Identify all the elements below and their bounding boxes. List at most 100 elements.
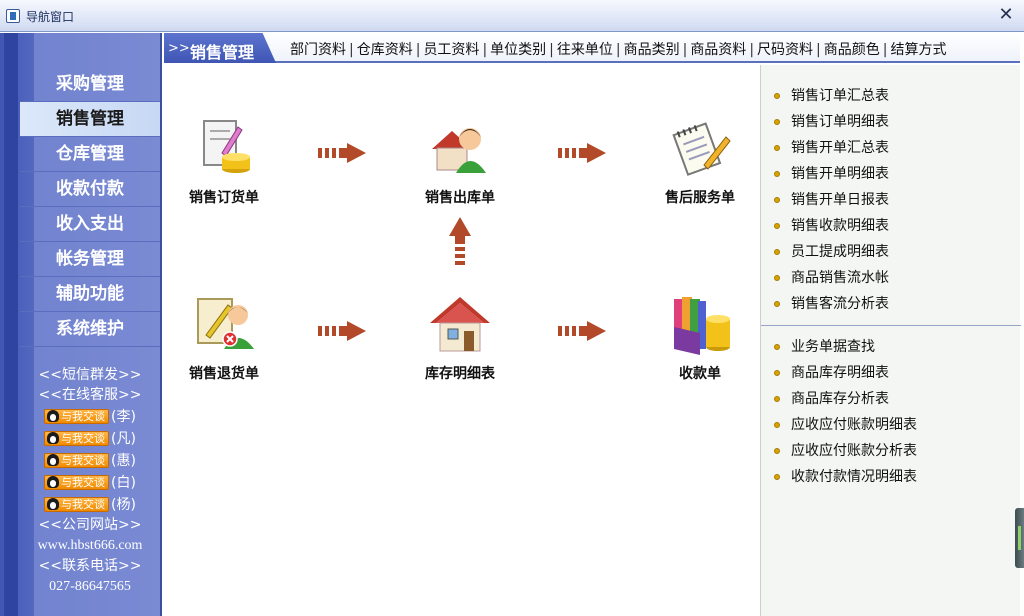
sidebar-item-auxiliary[interactable]: 辅助功能 — [20, 277, 160, 312]
qq-contact: 与我交谈 (凡) — [20, 427, 160, 449]
nav-link-departments[interactable]: 部门资料 — [290, 42, 346, 58]
after-sales-icon — [668, 117, 732, 181]
receipt-label: 收款单 — [679, 366, 721, 382]
separator: | — [482, 42, 488, 58]
sidebar-item-sales[interactable]: 销售管理 — [20, 102, 160, 137]
separator: | — [682, 42, 688, 58]
qq-chat-button[interactable]: 与我交谈 — [44, 496, 110, 512]
top-nav: >> 销售管理 部门资料 | 仓库资料 | 员工资料 | 单位类别 | 往来单位 | 商品类别 | 商品… — [164, 33, 1020, 63]
receipt-node[interactable]: 收款单 — [650, 293, 750, 383]
house-icon — [428, 293, 492, 357]
qq-penguin-icon — [47, 432, 60, 444]
report-link[interactable]: 销售客流分析表 — [761, 291, 1021, 317]
separator: | — [882, 42, 888, 58]
qq-chat-button[interactable]: 与我交谈 — [44, 474, 110, 490]
contact-name: (凡) — [111, 431, 136, 447]
report-link[interactable]: 商品库存明细表 — [761, 360, 1021, 386]
qq-chat-button[interactable]: 与我交谈 — [44, 452, 110, 468]
nav-link-settlement[interactable]: 结算方式 — [890, 42, 946, 58]
sales-outbound-label: 销售出库单 — [425, 190, 495, 206]
qq-chat-button[interactable]: 与我交谈 — [44, 408, 110, 424]
bullet-icon — [774, 396, 780, 402]
bullet-icon — [774, 422, 780, 428]
sales-order-label: 销售订货单 — [189, 190, 259, 206]
qq-contact: 与我交谈 (杨) — [20, 493, 160, 515]
separator: | — [349, 42, 354, 58]
contact-name: (李) — [111, 409, 136, 425]
bullet-icon — [774, 344, 780, 350]
sidebar-item-payments[interactable]: 收款付款 — [20, 172, 160, 207]
double-arrow-icon: >> — [168, 41, 190, 56]
sidebar-item-warehouse[interactable]: 仓库管理 — [20, 137, 160, 172]
bullet-icon — [774, 171, 780, 177]
contact-phone-label: <<联系电话>> — [38, 558, 142, 574]
sidebar-item-system[interactable]: 系统维护 — [20, 312, 160, 347]
sales-return-label: 销售退货单 — [189, 366, 259, 382]
qq-chat-button[interactable]: 与我交谈 — [44, 430, 110, 446]
report-link[interactable]: 收款付款情况明细表 — [761, 464, 1021, 490]
contact-name: (杨) — [111, 497, 136, 513]
report-link[interactable]: 销售开单明细表 — [761, 161, 1021, 187]
report-link[interactable]: 员工提成明细表 — [761, 239, 1021, 265]
after-sales-node[interactable]: 售后服务单 — [650, 117, 750, 207]
bullet-icon — [774, 301, 780, 307]
qq-penguin-icon — [47, 498, 60, 510]
sales-order-node[interactable]: 销售订货单 — [174, 117, 274, 207]
qq-contact: 与我交谈 (惠) — [20, 449, 160, 471]
report-link[interactable]: 应收应付账款分析表 — [761, 438, 1021, 464]
inventory-detail-label: 库存明细表 — [425, 366, 495, 382]
separator: | — [615, 42, 621, 58]
report-divider — [761, 325, 1021, 326]
window-title: 导航窗口 — [26, 10, 75, 24]
report-link[interactable]: 销售订单汇总表 — [761, 83, 1021, 109]
report-link[interactable]: 销售收款明细表 — [761, 213, 1021, 239]
nav-link-colors[interactable]: 商品颜色 — [824, 42, 880, 58]
qq-penguin-icon — [47, 410, 60, 422]
report-link[interactable]: 销售开单汇总表 — [761, 135, 1021, 161]
company-website-link[interactable]: <<公司网站>> — [20, 515, 160, 535]
nav-link-products[interactable]: 商品资料 — [690, 42, 746, 58]
nav-link-product-categories[interactable]: 商品类别 — [624, 42, 680, 58]
report-link[interactable]: 销售订单明细表 — [761, 109, 1021, 135]
nav-link-partners[interactable]: 往来单位 — [557, 42, 613, 58]
sales-outbound-icon — [428, 117, 492, 181]
resize-grip[interactable] — [1015, 508, 1024, 568]
report-link[interactable]: 销售开单日报表 — [761, 187, 1021, 213]
report-link[interactable]: 商品库存分析表 — [761, 386, 1021, 412]
close-icon[interactable]: ✕ — [996, 5, 1016, 25]
online-service-link[interactable]: <<在线客服>> — [20, 385, 160, 405]
sidebar-item-purchase[interactable]: 采购管理 — [20, 67, 160, 102]
sidebar-menu: 采购管理 销售管理 仓库管理 收款付款 收入支出 帐务管理 辅助功能 系统维护 — [20, 67, 160, 347]
separator: | — [549, 42, 554, 58]
section-title: 销售管理 — [190, 43, 255, 62]
bullet-icon — [774, 249, 780, 255]
sales-order-icon — [192, 117, 256, 181]
section-tab: >> 销售管理 — [164, 33, 276, 63]
bullet-icon — [774, 119, 780, 125]
after-sales-label: 售后服务单 — [665, 190, 735, 206]
sidebar-strip — [4, 33, 18, 616]
nav-link-sizes[interactable]: 尺码资料 — [757, 42, 813, 58]
sales-outbound-node[interactable]: 销售出库单 — [410, 117, 510, 207]
sms-link[interactable]: <<短信群发>> — [20, 365, 160, 385]
sidebar-item-accounts[interactable]: 帐务管理 — [20, 242, 160, 277]
report-link[interactable]: 业务单据查找 — [761, 334, 1021, 360]
bullet-icon — [774, 93, 780, 99]
title-bar: 导航窗口 ✕ — [0, 0, 1024, 32]
arrow-right-icon — [558, 143, 606, 163]
sales-return-node[interactable]: 销售退货单 — [174, 293, 274, 383]
bullet-icon — [774, 275, 780, 281]
arrow-right-icon — [318, 143, 366, 163]
inventory-detail-node[interactable]: 库存明细表 — [410, 293, 510, 383]
website-url[interactable]: www.hbst666.com — [20, 535, 160, 556]
nav-link-employees[interactable]: 员工资料 — [423, 42, 479, 58]
sidebar-links: <<短信群发>> <<在线客服>> 与我交谈 (李) 与我交谈 (凡) 与我交谈… — [20, 365, 160, 597]
report-link[interactable]: 应收应付账款明细表 — [761, 412, 1021, 438]
nav-link-warehouses[interactable]: 仓库资料 — [357, 42, 413, 58]
qq-penguin-icon — [47, 476, 60, 488]
report-link[interactable]: 商品销售流水帐 — [761, 265, 1021, 291]
nav-link-unit-categories[interactable]: 单位类别 — [490, 42, 546, 58]
sidebar-item-income-expense[interactable]: 收入支出 — [20, 207, 160, 242]
sales-return-icon — [192, 293, 256, 357]
bullet-icon — [774, 223, 780, 229]
